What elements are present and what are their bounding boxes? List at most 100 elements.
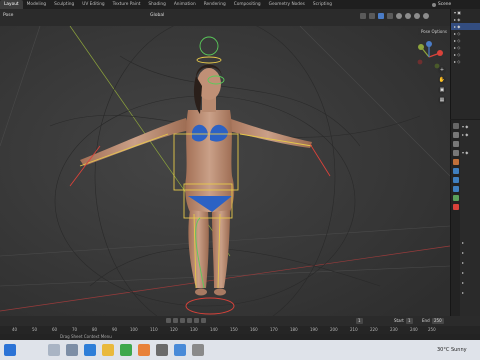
output-tab-icon[interactable] bbox=[452, 141, 459, 147]
chrome-browser-icon[interactable] bbox=[120, 344, 132, 356]
solid-shading-icon[interactable] bbox=[405, 13, 411, 19]
tool-tab-icon[interactable] bbox=[452, 123, 459, 129]
weather-widget[interactable]: 30°C Sunny bbox=[437, 347, 467, 353]
tab-scripting[interactable]: Scripting bbox=[309, 0, 336, 9]
outliner-row[interactable]: ▸ ◇ bbox=[451, 30, 480, 37]
property-row[interactable]: ▸ bbox=[462, 240, 464, 245]
edge-browser-icon[interactable] bbox=[84, 344, 96, 356]
property-row[interactable]: ▾ ◆ bbox=[462, 150, 468, 155]
data-tab-icon[interactable] bbox=[452, 195, 459, 201]
ruler-label: 80 bbox=[92, 327, 98, 332]
search-icon[interactable] bbox=[48, 344, 60, 356]
jump-start-icon[interactable] bbox=[166, 318, 171, 323]
ruler-label: 190 bbox=[310, 327, 318, 332]
xray-toggle-icon[interactable] bbox=[387, 13, 393, 19]
outliner-row[interactable]: ▸ ◇ bbox=[451, 44, 480, 51]
ruler-label: 150 bbox=[230, 327, 238, 332]
interaction-mode-dropdown[interactable]: Pose bbox=[3, 13, 13, 18]
wireframe-shading-icon[interactable] bbox=[396, 13, 402, 19]
ruler-label: 170 bbox=[270, 327, 278, 332]
tab-animation[interactable]: Animation bbox=[170, 0, 200, 9]
physics-tab-icon[interactable] bbox=[452, 186, 459, 192]
property-row[interactable]: ▸ ◆ bbox=[462, 132, 468, 137]
tab-geometry-nodes[interactable]: Geometry Nodes bbox=[265, 0, 309, 9]
outliner-row[interactable]: ▸ ◇ bbox=[451, 37, 480, 44]
ruler-label: 50 bbox=[32, 327, 38, 332]
next-keyframe-icon[interactable] bbox=[194, 318, 199, 323]
particles-tab-icon[interactable] bbox=[452, 177, 459, 183]
transform-orientation-dropdown[interactable]: Global bbox=[150, 13, 164, 18]
ruler-label: 140 bbox=[210, 327, 218, 332]
end-frame-field[interactable]: 250 bbox=[432, 318, 444, 324]
scene-selector[interactable]: Scene bbox=[428, 0, 480, 9]
ruler-label: 70 bbox=[72, 327, 78, 332]
pose-options-dropdown[interactable]: Pose Options bbox=[418, 28, 450, 35]
current-frame-field[interactable]: 1 bbox=[356, 318, 363, 324]
tab-texture-paint[interactable]: Texture Paint bbox=[109, 0, 145, 9]
outliner-row-selected[interactable]: ▸ ◆ bbox=[451, 23, 480, 30]
tab-modeling[interactable]: Modeling bbox=[23, 0, 51, 9]
tab-sculpting[interactable]: Sculpting bbox=[50, 0, 78, 9]
outliner-row[interactable]: ▸ ◇ bbox=[451, 58, 480, 65]
object-tab-icon[interactable] bbox=[452, 159, 459, 165]
outliner-row[interactable]: ▸ ◇ bbox=[451, 51, 480, 58]
os-taskbar: 30°C Sunny bbox=[0, 340, 480, 360]
ruler-label: 230 bbox=[390, 327, 398, 332]
start-menu-icon[interactable] bbox=[4, 344, 16, 356]
ruler-label: 110 bbox=[150, 327, 158, 332]
ruler-label: 160 bbox=[250, 327, 258, 332]
taskbar-app-icon[interactable] bbox=[174, 344, 186, 356]
file-explorer-icon[interactable] bbox=[102, 344, 114, 356]
view-layer-tab-icon[interactable] bbox=[452, 150, 459, 156]
perspective-grid-icon[interactable]: ▦ bbox=[438, 96, 446, 104]
property-row[interactable]: ▸ bbox=[462, 250, 464, 255]
ruler-label: 130 bbox=[190, 327, 198, 332]
workspace-menubar: Layout Modeling Sculpting UV Editing Tex… bbox=[0, 0, 480, 9]
jump-end-icon[interactable] bbox=[201, 318, 206, 323]
property-row[interactable]: ▸ bbox=[462, 290, 464, 295]
ruler-label: 220 bbox=[370, 327, 378, 332]
pan-hand-icon[interactable]: ✋ bbox=[438, 76, 446, 84]
taskbar-app-icon[interactable] bbox=[156, 344, 168, 356]
camera-view-icon[interactable]: ▣ bbox=[438, 86, 446, 94]
start-frame-field[interactable]: 1 bbox=[406, 318, 413, 324]
properties-panel: ▾ ◆ ▸ ◆ ▾ ◆ ▸ ▸ ▸ ▸ ▸ ▸ bbox=[450, 120, 480, 316]
viewport-shading-controls bbox=[360, 13, 429, 19]
3d-viewport[interactable] bbox=[0, 26, 450, 316]
ruler-label: 240 bbox=[410, 327, 418, 332]
tab-layout[interactable]: Layout bbox=[0, 0, 23, 9]
blender-app-icon[interactable] bbox=[138, 344, 150, 356]
rendered-shading-icon[interactable] bbox=[423, 13, 429, 19]
material-tab-icon[interactable] bbox=[452, 204, 459, 210]
ruler-label: 250 bbox=[428, 327, 436, 332]
modifier-tab-icon[interactable] bbox=[452, 168, 459, 174]
timeline-header: 1 Start 1 End 250 bbox=[0, 316, 480, 326]
visibility-icon[interactable] bbox=[360, 13, 366, 19]
task-view-icon[interactable] bbox=[66, 344, 78, 356]
zoom-icon[interactable]: + bbox=[438, 66, 446, 74]
ruler-label: 210 bbox=[350, 327, 358, 332]
ruler-label: 180 bbox=[290, 327, 298, 332]
timeline-ruler[interactable]: 40 50 60 70 80 90 100 110 120 130 140 15… bbox=[0, 326, 480, 334]
outliner-row[interactable]: ▸ ◈ bbox=[451, 16, 480, 23]
property-row[interactable]: ▸ bbox=[462, 270, 464, 275]
ruler-label: 120 bbox=[170, 327, 178, 332]
tab-rendering[interactable]: Rendering bbox=[200, 0, 230, 9]
viewport-header: Pose Global bbox=[0, 9, 450, 26]
render-tab-icon[interactable] bbox=[452, 132, 459, 138]
property-row[interactable]: ▸ bbox=[462, 260, 464, 265]
property-row[interactable]: ▾ ◆ bbox=[462, 124, 468, 129]
prev-keyframe-icon[interactable] bbox=[173, 318, 178, 323]
outliner-row[interactable]: ▾ ▣ bbox=[451, 9, 480, 16]
overlay-toggle-icon[interactable] bbox=[378, 13, 384, 19]
play-icon[interactable] bbox=[187, 318, 192, 323]
tab-uv-editing[interactable]: UV Editing bbox=[78, 0, 108, 9]
tab-shading[interactable]: Shading bbox=[144, 0, 169, 9]
tab-compositing[interactable]: Compositing bbox=[230, 0, 265, 9]
ruler-label: 200 bbox=[330, 327, 338, 332]
taskbar-app-icon[interactable] bbox=[192, 344, 204, 356]
material-preview-icon[interactable] bbox=[414, 13, 420, 19]
play-reverse-icon[interactable] bbox=[180, 318, 185, 323]
property-row[interactable]: ▸ bbox=[462, 280, 464, 285]
gizmo-toggle-icon[interactable] bbox=[369, 13, 375, 19]
